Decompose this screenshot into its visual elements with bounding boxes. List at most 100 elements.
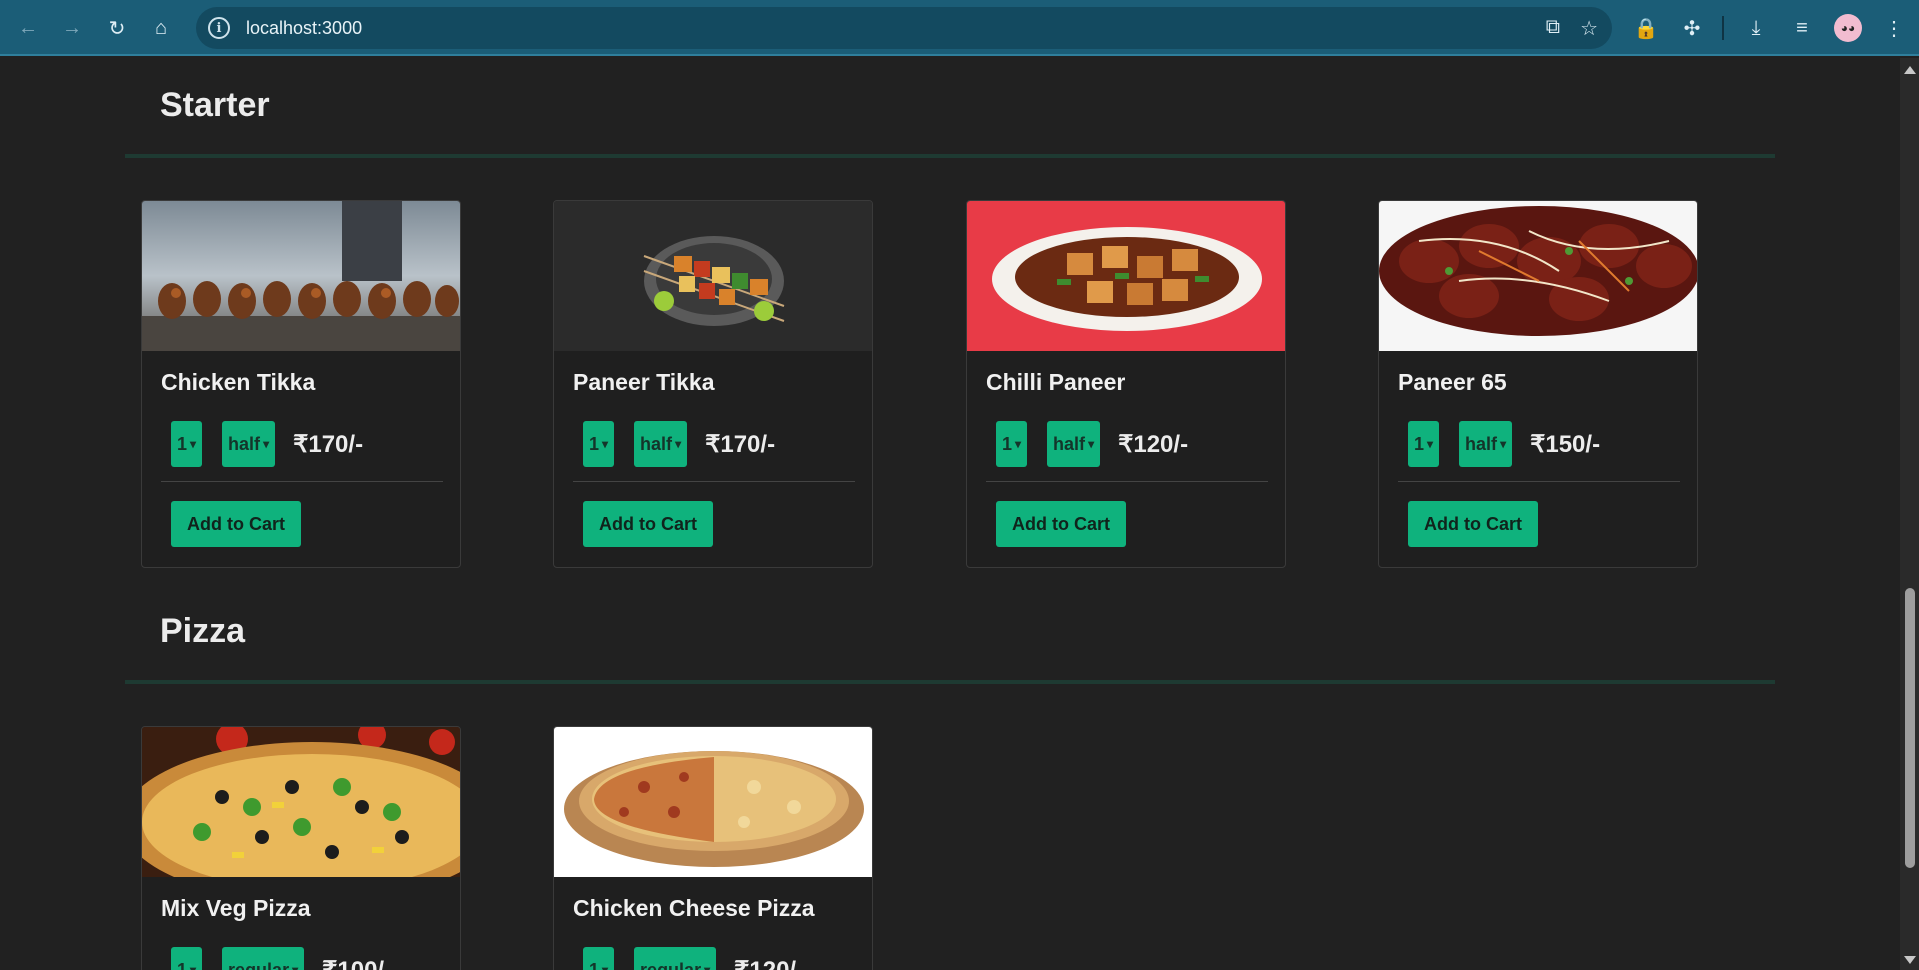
dish-name: Chilli Paneer <box>986 369 1126 395</box>
size-value: half <box>640 433 673 454</box>
bookmark-star-icon[interactable]: ☆ <box>1580 16 1598 41</box>
dish-price: ₹120/- <box>734 956 805 970</box>
quantity-value: 1 <box>1414 433 1425 454</box>
dish-image-chilli-paneer <box>967 201 1285 351</box>
size-select[interactable]: half ▾ <box>1459 421 1513 467</box>
chevron-down-icon: ▾ <box>602 963 609 970</box>
section-divider <box>125 154 1775 158</box>
quantity-select[interactable]: 1 ▾ <box>583 947 615 970</box>
menu-card-chicken-cheese-pizza: Chicken Cheese Pizza 1 ▾ regular ▾ ₹120/- <box>553 726 873 970</box>
dish-options: 1 ▾ half ▾ ₹170/- <box>171 421 363 467</box>
dish-options: 1 ▾ half ▾ ₹170/- <box>583 421 775 467</box>
dish-price: ₹100/- <box>322 956 393 970</box>
card-divider <box>986 481 1268 482</box>
forward-icon[interactable]: → <box>58 14 86 42</box>
reload-icon[interactable]: ↻ <box>103 14 131 42</box>
dish-price: ₹120/- <box>1118 430 1189 458</box>
add-to-cart-button[interactable]: Add to Cart <box>171 501 301 547</box>
menu-card-paneer-tikka: Paneer Tikka 1 ▾ half ▾ ₹170/- Add to Cart <box>553 200 873 568</box>
dish-name: Chicken Tikka <box>161 369 316 395</box>
install-app-icon[interactable]: ⧉ <box>1546 16 1560 41</box>
chevron-down-icon: ▾ <box>292 963 299 970</box>
size-value: half <box>1465 433 1498 454</box>
dish-name: Paneer 65 <box>1398 369 1507 395</box>
media-queue-icon[interactable]: ≡ <box>1788 14 1816 42</box>
quantity-select[interactable]: 1 ▾ <box>583 421 615 467</box>
card-divider <box>161 481 443 482</box>
back-icon[interactable]: ← <box>14 14 42 42</box>
dish-image-chicken-tikka <box>142 201 460 351</box>
dish-price: ₹170/- <box>705 430 776 458</box>
chevron-down-icon: ▾ <box>1088 437 1095 451</box>
chevron-down-icon: ▾ <box>1500 437 1507 451</box>
url-text[interactable]: localhost:3000 <box>246 18 362 39</box>
menu-card-chilli-paneer: Chilli Paneer 1 ▾ half ▾ ₹120/- Add to Car… <box>966 200 1286 568</box>
chevron-down-icon: ▾ <box>675 437 682 451</box>
chevron-down-icon: ▾ <box>263 437 270 451</box>
add-to-cart-button[interactable]: Add to Cart <box>1408 501 1538 547</box>
size-select[interactable]: half ▾ <box>1047 421 1101 467</box>
quantity-value: 1 <box>1002 433 1013 454</box>
card-divider <box>1398 481 1680 482</box>
dish-image-chicken-cheese-pizza <box>554 727 872 877</box>
menu-kebab-icon[interactable]: ⋮ <box>1880 14 1908 42</box>
dish-image-paneer-65 <box>1379 201 1697 351</box>
scroll-up-arrow-icon[interactable] <box>1904 66 1916 74</box>
menu-card-paneer-65: Paneer 65 1 ▾ half ▾ ₹150/- Add to Cart <box>1378 200 1698 568</box>
profile-avatar[interactable]: ◕◕ <box>1834 14 1862 42</box>
downloads-icon[interactable]: ⤓ <box>1742 14 1770 42</box>
dish-price: ₹150/- <box>1530 430 1601 458</box>
chevron-down-icon: ▾ <box>1427 437 1434 451</box>
chevron-down-icon: ▾ <box>190 437 197 451</box>
scroll-down-arrow-icon[interactable] <box>1904 956 1916 964</box>
quantity-value: 1 <box>177 959 188 970</box>
browser-toolbar: ← → ↻ ⌂ i localhost:3000 ⧉ ☆ 🔒 ✣ ⤓ ≡ ◕◕ … <box>0 0 1919 56</box>
quantity-value: 1 <box>589 433 600 454</box>
address-bar[interactable]: i localhost:3000 ⧉ ☆ <box>196 7 1612 49</box>
dish-options: 1 ▾ regular ▾ ₹120/- <box>583 947 804 970</box>
section-title-starter: Starter <box>160 86 270 124</box>
dish-image-paneer-tikka <box>554 201 872 351</box>
size-value: regular <box>228 959 290 970</box>
site-info-icon[interactable]: i <box>208 17 230 39</box>
menu-page: Starter Chicken Tikka 1 ▾ half ▾ ₹170/- … <box>0 58 1900 970</box>
chevron-down-icon: ▾ <box>190 963 197 970</box>
section-title-pizza: Pizza <box>160 612 246 650</box>
size-value: half <box>228 433 261 454</box>
dish-options: 1 ▾ half ▾ ₹120/- <box>996 421 1188 467</box>
dish-image-mix-veg-pizza <box>142 727 460 877</box>
extension-lock-icon[interactable]: 🔒 <box>1632 14 1660 42</box>
chevron-down-icon: ▾ <box>704 963 711 970</box>
page-scrollbar[interactable] <box>1900 58 1919 970</box>
add-to-cart-button[interactable]: Add to Cart <box>996 501 1126 547</box>
quantity-select[interactable]: 1 ▾ <box>996 421 1028 467</box>
quantity-select[interactable]: 1 ▾ <box>171 421 203 467</box>
quantity-value: 1 <box>177 433 188 454</box>
size-select[interactable]: half ▾ <box>634 421 688 467</box>
size-select[interactable]: regular ▾ <box>634 947 717 970</box>
extensions-puzzle-icon[interactable]: ✣ <box>1678 14 1706 42</box>
size-select[interactable]: regular ▾ <box>222 947 305 970</box>
add-to-cart-button[interactable]: Add to Cart <box>583 501 713 547</box>
chevron-down-icon: ▾ <box>602 437 609 451</box>
dish-name: Mix Veg Pizza <box>161 895 311 921</box>
quantity-select[interactable]: 1 ▾ <box>171 947 203 970</box>
card-divider <box>573 481 855 482</box>
home-icon[interactable]: ⌂ <box>147 14 175 42</box>
toolbar-divider <box>1722 16 1724 40</box>
menu-card-mix-veg-pizza: Mix Veg Pizza 1 ▾ regular ▾ ₹100/- <box>141 726 461 970</box>
menu-card-chicken-tikka: Chicken Tikka 1 ▾ half ▾ ₹170/- Add to Car… <box>141 200 461 568</box>
size-value: regular <box>640 959 702 970</box>
dish-price: ₹170/- <box>293 430 364 458</box>
quantity-select[interactable]: 1 ▾ <box>1408 421 1440 467</box>
dish-name: Chicken Cheese Pizza <box>573 895 815 921</box>
dish-name: Paneer Tikka <box>573 369 715 395</box>
dish-options: 1 ▾ regular ▾ ₹100/- <box>171 947 392 970</box>
dish-options: 1 ▾ half ▾ ₹150/- <box>1408 421 1600 467</box>
section-divider <box>125 680 1775 684</box>
size-value: half <box>1053 433 1086 454</box>
size-select[interactable]: half ▾ <box>222 421 276 467</box>
scrollbar-thumb[interactable] <box>1905 588 1915 868</box>
quantity-value: 1 <box>589 959 600 970</box>
chevron-down-icon: ▾ <box>1015 437 1022 451</box>
